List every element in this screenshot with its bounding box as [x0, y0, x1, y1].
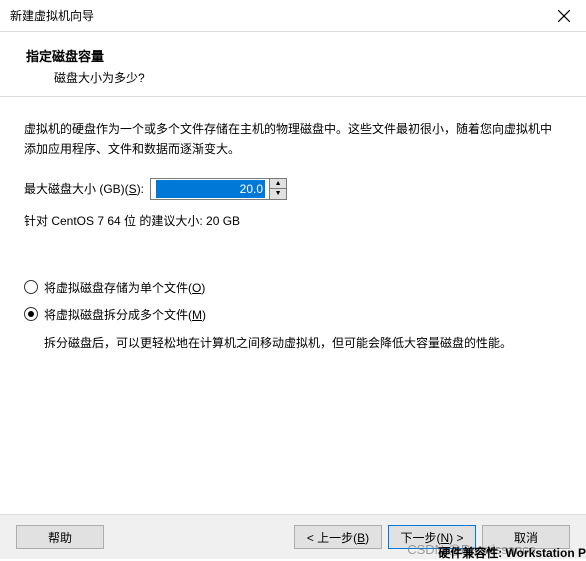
spinner-buttons: ▲ ▼ — [270, 178, 287, 200]
wizard-header: 指定磁盘容量 磁盘大小为多少? — [0, 32, 586, 97]
recommended-size-text: 针对 CentOS 7 64 位 的建议大小: 20 GB — [24, 212, 560, 229]
radio-single-file[interactable]: 将虚拟磁盘存储为单个文件(O) — [24, 279, 560, 296]
disk-size-selection: 20.0 — [156, 180, 265, 198]
spin-down-button[interactable]: ▼ — [270, 189, 286, 199]
titlebar: 新建虚拟机向导 — [0, 0, 586, 32]
close-button[interactable] — [541, 0, 586, 32]
radio-single-file-label: 将虚拟磁盘存储为单个文件(O) — [44, 279, 205, 296]
radio-icon — [24, 280, 38, 294]
radio-split-files[interactable]: 将虚拟磁盘拆分成多个文件(M) — [24, 306, 560, 323]
disk-storage-radio-group: 将虚拟磁盘存储为单个文件(O) 将虚拟磁盘拆分成多个文件(M) 拆分磁盘后，可以… — [24, 279, 560, 353]
disk-size-spinner[interactable]: 20.0 ▲ ▼ — [150, 178, 287, 200]
back-button[interactable]: < 上一步(B) — [294, 525, 382, 549]
radio-split-files-label: 将虚拟磁盘拆分成多个文件(M) — [44, 306, 206, 323]
radio-split-files-desc: 拆分磁盘后，可以更轻松地在计算机之间移动虚拟机，但可能会降低大容量磁盘的性能。 — [44, 333, 560, 353]
disk-size-row: 最大磁盘大小 (GB)(S): 20.0 ▲ ▼ — [24, 178, 560, 200]
header-title: 指定磁盘容量 — [26, 46, 560, 65]
close-icon — [558, 10, 570, 22]
disk-size-label: 最大磁盘大小 (GB)(S): — [24, 180, 144, 197]
compat-text: 硬件兼容性: Workstation P — [438, 544, 586, 561]
radio-icon — [24, 307, 38, 321]
description-text: 虚拟机的硬盘作为一个或多个文件存储在主机的物理磁盘中。这些文件最初很小，随着您向… — [24, 119, 560, 160]
spin-up-button[interactable]: ▲ — [270, 179, 286, 189]
wizard-content: 虚拟机的硬盘作为一个或多个文件存储在主机的物理磁盘中。这些文件最初很小，随着您向… — [0, 97, 586, 353]
window-title: 新建虚拟机向导 — [10, 7, 94, 24]
header-subtitle: 磁盘大小为多少? — [26, 69, 560, 86]
wizard-window: 新建虚拟机向导 指定磁盘容量 磁盘大小为多少? 虚拟机的硬盘作为一个或多个文件存… — [0, 0, 586, 559]
help-button[interactable]: 帮助 — [16, 525, 104, 549]
